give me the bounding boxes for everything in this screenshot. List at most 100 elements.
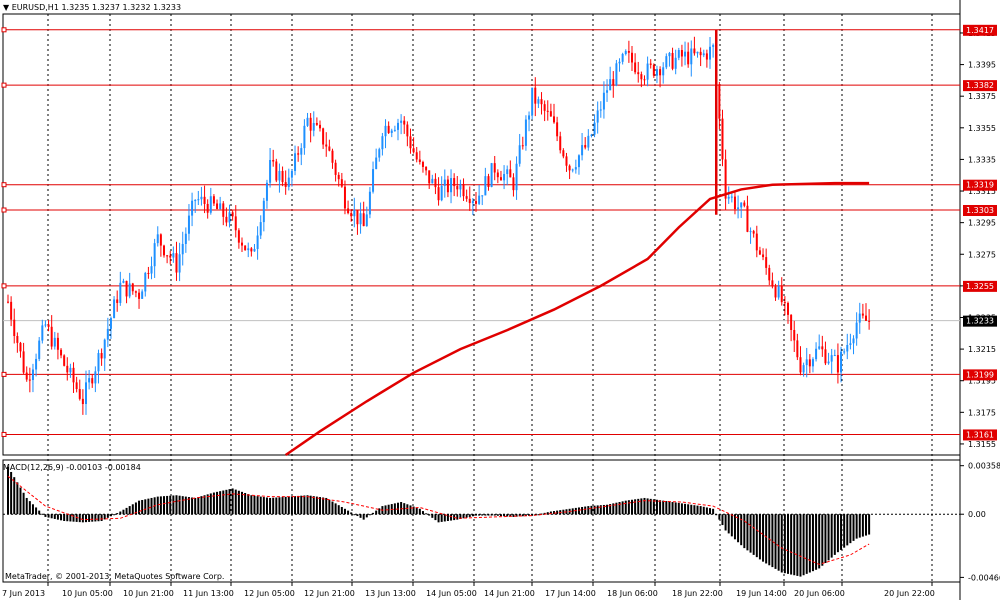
candle-body [546,110,549,112]
candle-body [281,170,284,183]
macd-histogram-bar [434,514,437,521]
macd-histogram-bar [163,496,165,515]
macd-histogram-bar [868,514,871,535]
candle-body [91,378,94,384]
macd-histogram-bar [746,514,749,551]
macd-histogram-bar [125,507,128,515]
macd-histogram-bar [715,514,718,516]
macd-histogram-bar [250,495,253,515]
macd-histogram-bar [481,514,484,516]
macd-histogram-bar [808,514,811,573]
macd-histogram-bar [475,514,477,516]
candle-body [475,201,477,204]
macd-histogram-bar [821,514,824,566]
macd-histogram-bar [265,497,268,515]
macd-histogram-bar [805,514,808,574]
candle-body [796,340,799,358]
macd-histogram-bar [200,496,203,515]
macd-histogram-bar [56,514,59,520]
candle-body [783,302,786,304]
candle-body [515,163,518,191]
candle-body [665,56,668,68]
macd-histogram-bar [306,495,309,515]
candle-body [334,162,337,175]
macd-histogram-bar [818,514,821,569]
candle-body [109,318,112,329]
candle-body [568,165,571,171]
macd-histogram-bar [471,514,474,517]
macd-histogram-bar [234,489,237,515]
macd-histogram-bar [100,514,103,521]
candle-body [322,128,325,145]
price-tick-label: 1.3215 [968,345,996,354]
candle-body [319,124,321,129]
macd-histogram-bar [705,507,708,515]
candle-body [815,348,818,360]
candle-body [241,242,243,246]
candle-body [128,283,131,297]
candle-body [702,53,705,56]
macd-histogram-bar [833,514,836,555]
macd-histogram-bar [225,489,228,515]
candle-body [733,196,736,210]
candle-body [303,125,306,149]
candle-body [631,52,633,63]
copyright-text: MetaTrader, © 2001-2013, MetaQuotes Soft… [5,572,225,581]
candle-body [562,150,565,157]
candle-body [481,195,484,197]
macd-histogram-bar [709,508,711,515]
candle-body [771,280,774,287]
candle-body [16,336,19,343]
candle-body [799,357,802,373]
candle-body [668,52,671,57]
macd-histogram-bar [303,495,306,515]
candle-body [593,122,596,135]
macd-histogram-bar [830,514,833,558]
time-tick-label: 12 Jun 05:00 [244,589,295,598]
candle-body [209,196,212,213]
price-tick-label: 1.3155 [968,440,996,449]
candle-body [818,346,821,349]
candle-body [275,161,278,181]
candle-body [687,51,690,65]
candle-body [19,342,22,352]
candle-body [643,79,646,81]
macd-histogram-bar [281,497,284,515]
candle-body [212,196,215,204]
candle-body [163,245,165,256]
candle-body [534,87,537,104]
macd-histogram-bar [203,495,206,515]
candle-body [596,110,599,123]
macd-histogram-bar [365,514,368,518]
candle-body [412,148,415,153]
macd-histogram-bar [631,499,633,515]
candle-body [362,213,365,227]
candle-body [103,339,106,359]
candle-body [53,337,56,347]
macd-histogram-bar [456,514,459,520]
price-tick-label: 1.3395 [968,61,996,70]
candle-body [768,267,771,281]
macd-histogram-bar [359,514,362,518]
macd-histogram-bar [247,494,250,515]
macd-histogram-bar [337,505,340,515]
candle-body [88,378,91,383]
macd-histogram-bar [815,514,818,570]
macd-histogram-bar [752,514,755,555]
macd-histogram-bar [290,496,293,515]
candle-body [166,255,169,257]
candle-body [634,62,637,73]
candle-body [265,182,268,201]
candle-body [852,338,855,344]
candle-body [169,255,172,258]
candle-body [680,50,683,57]
candle-body [97,353,100,372]
macd-histogram-bar [724,514,727,531]
macd-histogram-bar [272,497,275,515]
level-anchor-handle [1,431,7,437]
macd-histogram-bar [755,514,758,558]
triangle-down-icon[interactable]: ▼ [3,3,9,12]
candle-body [256,235,259,249]
macd-histogram-bar [799,514,802,577]
candle-body [840,351,843,373]
